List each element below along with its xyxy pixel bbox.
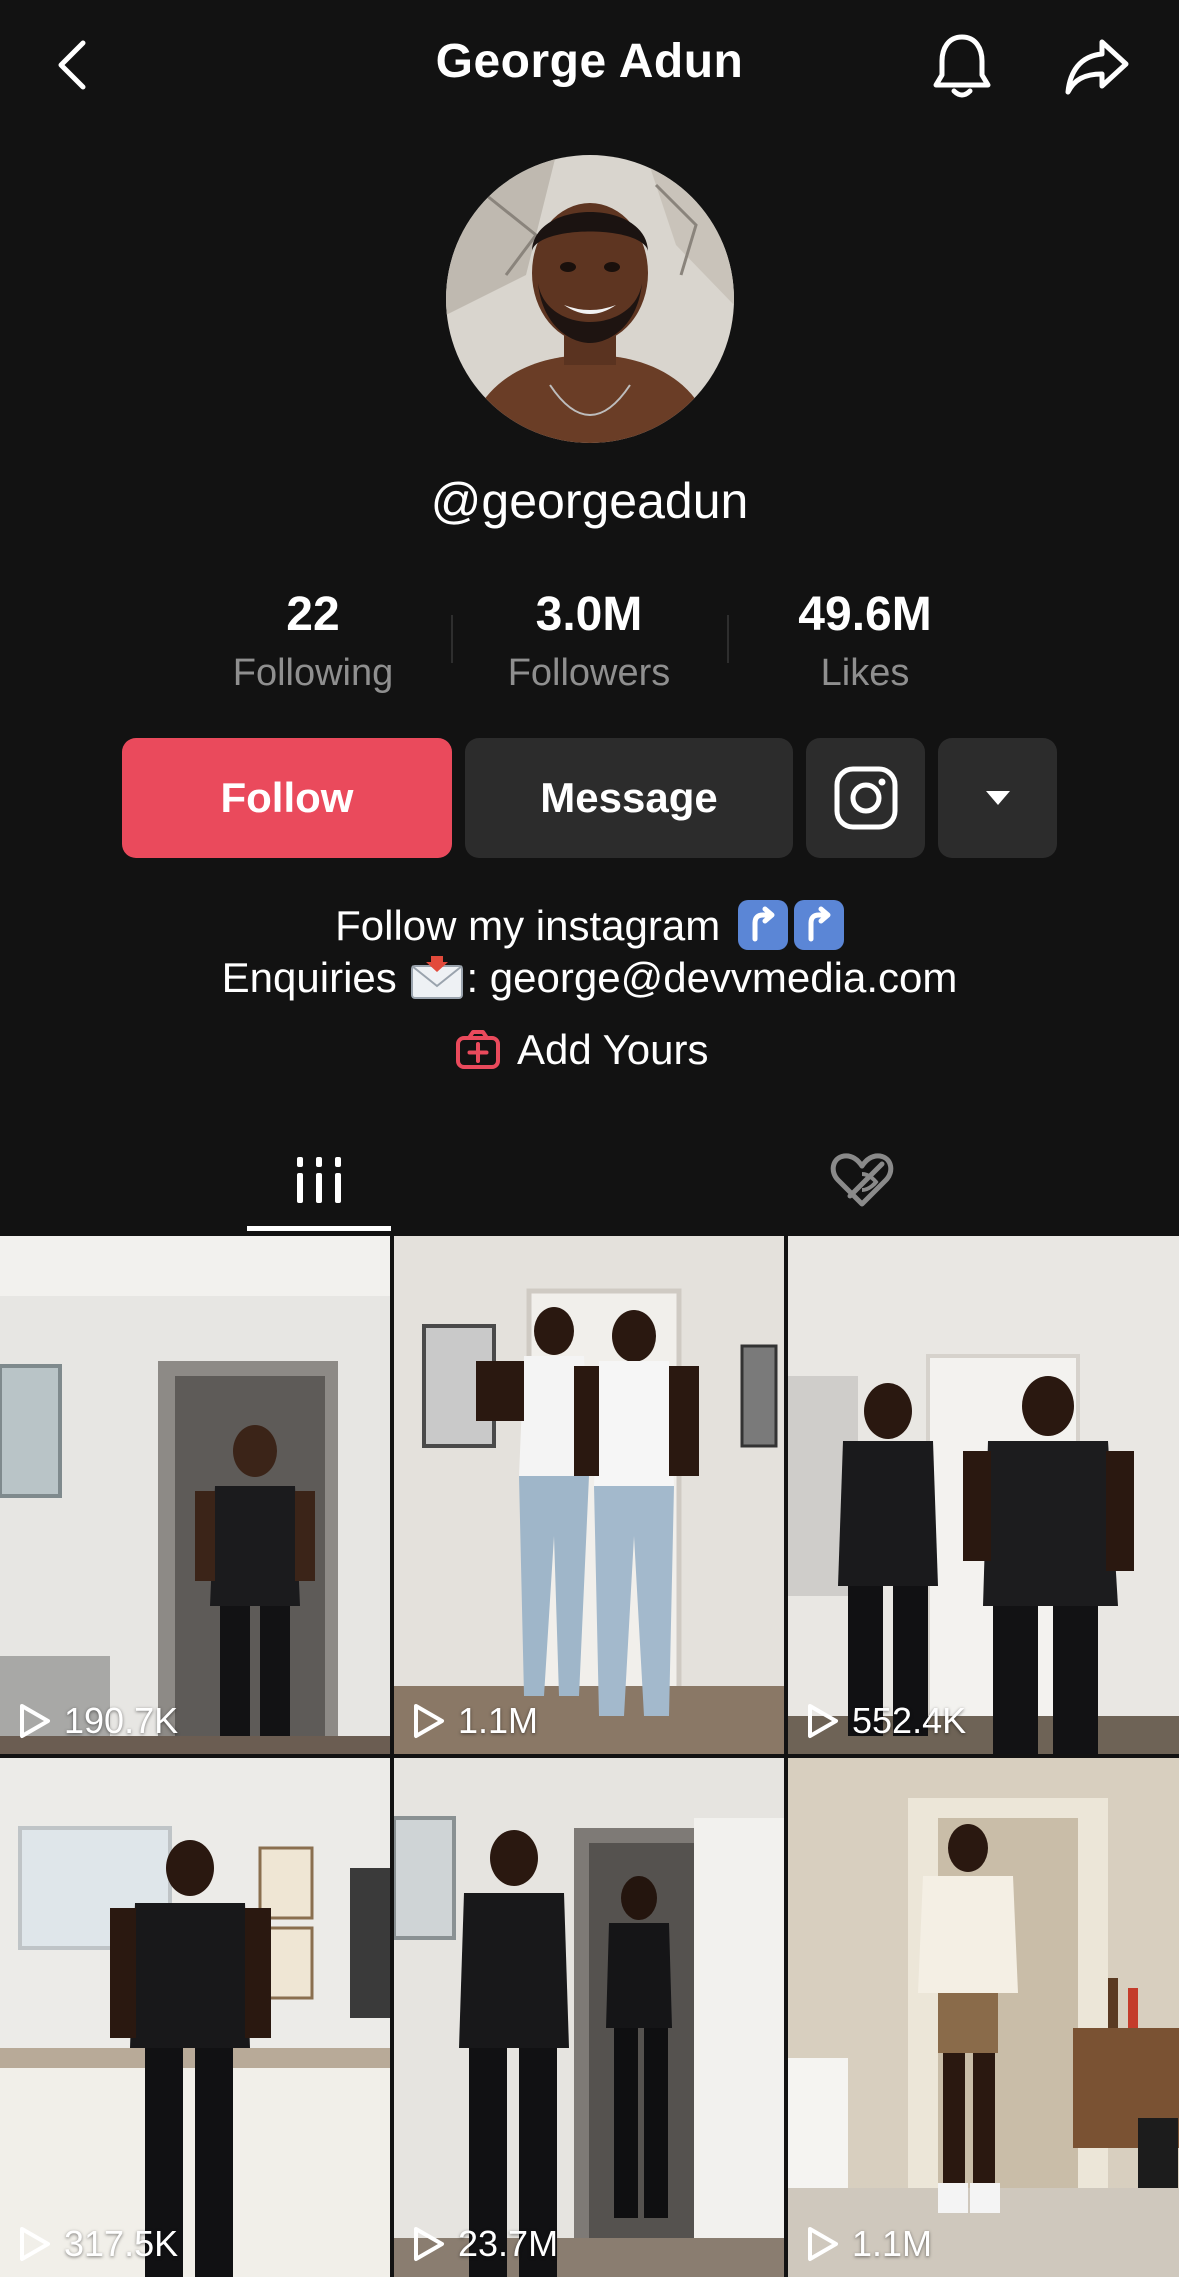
notifications-button[interactable] (922, 26, 1002, 106)
profile-handle: @georgeadun (430, 473, 749, 529)
view-count-text: 1.1M (852, 2223, 933, 2264)
bio-text: Enquiries (221, 954, 397, 1001)
instagram-icon (834, 766, 897, 830)
bell-icon (933, 34, 991, 98)
view-count: 23.7M (412, 2223, 558, 2265)
top-bar: George Adun (0, 0, 1179, 130)
view-count-text: 552.4K (852, 1700, 967, 1741)
stat-followers[interactable]: 3.0M Followers (479, 585, 699, 701)
play-icon (808, 1704, 838, 1738)
view-count: 1.1M (412, 1700, 538, 1742)
video-thumbnail[interactable]: 1.1M (788, 1758, 1179, 2277)
more-options-button[interactable] (938, 738, 1057, 858)
view-count-text: 317.5K (64, 2223, 179, 2264)
stat-label: Likes (820, 652, 910, 694)
grid-bars-icon (297, 1157, 341, 1203)
add-yours-label: Add Yours (517, 1026, 709, 1073)
play-icon (20, 2227, 50, 2261)
bio-text: Follow my instagram (335, 902, 721, 949)
share-button[interactable] (1052, 26, 1142, 106)
message-button[interactable]: Message (465, 738, 793, 858)
follow-button[interactable]: Follow (122, 738, 452, 858)
play-icon (20, 1704, 50, 1738)
up-right-arrow-icon (737, 900, 788, 950)
bio-line-1: Follow my instagram (100, 900, 1079, 952)
video-thumbnail[interactable]: 1.1M (394, 1236, 784, 1754)
add-yours-button[interactable]: Add Yours (455, 1020, 709, 1080)
stat-likes[interactable]: 49.6M Likes (755, 585, 975, 701)
view-count: 317.5K (18, 2223, 178, 2265)
stat-value: 3.0M (535, 588, 643, 641)
video-thumbnail[interactable]: 317.5K (0, 1758, 390, 2277)
envelope-icon (410, 954, 464, 1000)
play-icon (414, 1704, 444, 1738)
chevron-left-icon (58, 40, 86, 90)
play-icon (414, 2227, 444, 2261)
video-thumbnail[interactable]: 23.7M (394, 1758, 784, 2277)
up-right-arrow-icon (793, 900, 844, 950)
view-count: 190.7K (18, 1700, 178, 1742)
tab-videos[interactable] (247, 1125, 391, 1235)
video-thumbnail[interactable]: 190.7K (0, 1236, 390, 1754)
view-count-text: 23.7M (458, 2223, 559, 2264)
video-thumbnail[interactable]: 552.4K (788, 1236, 1179, 1754)
stat-value: 22 (286, 588, 340, 641)
view-count: 1.1M (806, 2223, 932, 2265)
stat-value: 49.6M (798, 588, 932, 641)
view-count: 552.4K (806, 1700, 966, 1742)
tab-liked-videos[interactable] (800, 1125, 924, 1235)
stat-divider (727, 615, 729, 663)
stat-following[interactable]: 22 Following (203, 585, 423, 701)
view-count-text: 190.7K (64, 1700, 179, 1741)
active-tab-indicator (247, 1226, 391, 1231)
share-arrow-icon (1065, 39, 1129, 95)
hidden-heart-icon (830, 1153, 894, 1207)
page-title: George Adun (435, 35, 744, 88)
stat-label: Following (232, 652, 394, 694)
bio-text: : george@devvmedia.com (466, 954, 958, 1001)
profile-tabs (0, 1125, 1179, 1235)
back-button[interactable] (40, 30, 104, 100)
stat-divider (451, 615, 453, 663)
instagram-button[interactable] (806, 738, 925, 858)
play-icon (808, 2227, 838, 2261)
avatar[interactable] (446, 155, 734, 443)
view-count-text: 1.1M (458, 1700, 539, 1741)
bio-line-2: Enquiries : george@devvmedia.com (100, 952, 1079, 1004)
caret-down-icon (985, 791, 1010, 805)
add-yours-icon (456, 1030, 500, 1069)
stat-label: Followers (507, 652, 671, 694)
